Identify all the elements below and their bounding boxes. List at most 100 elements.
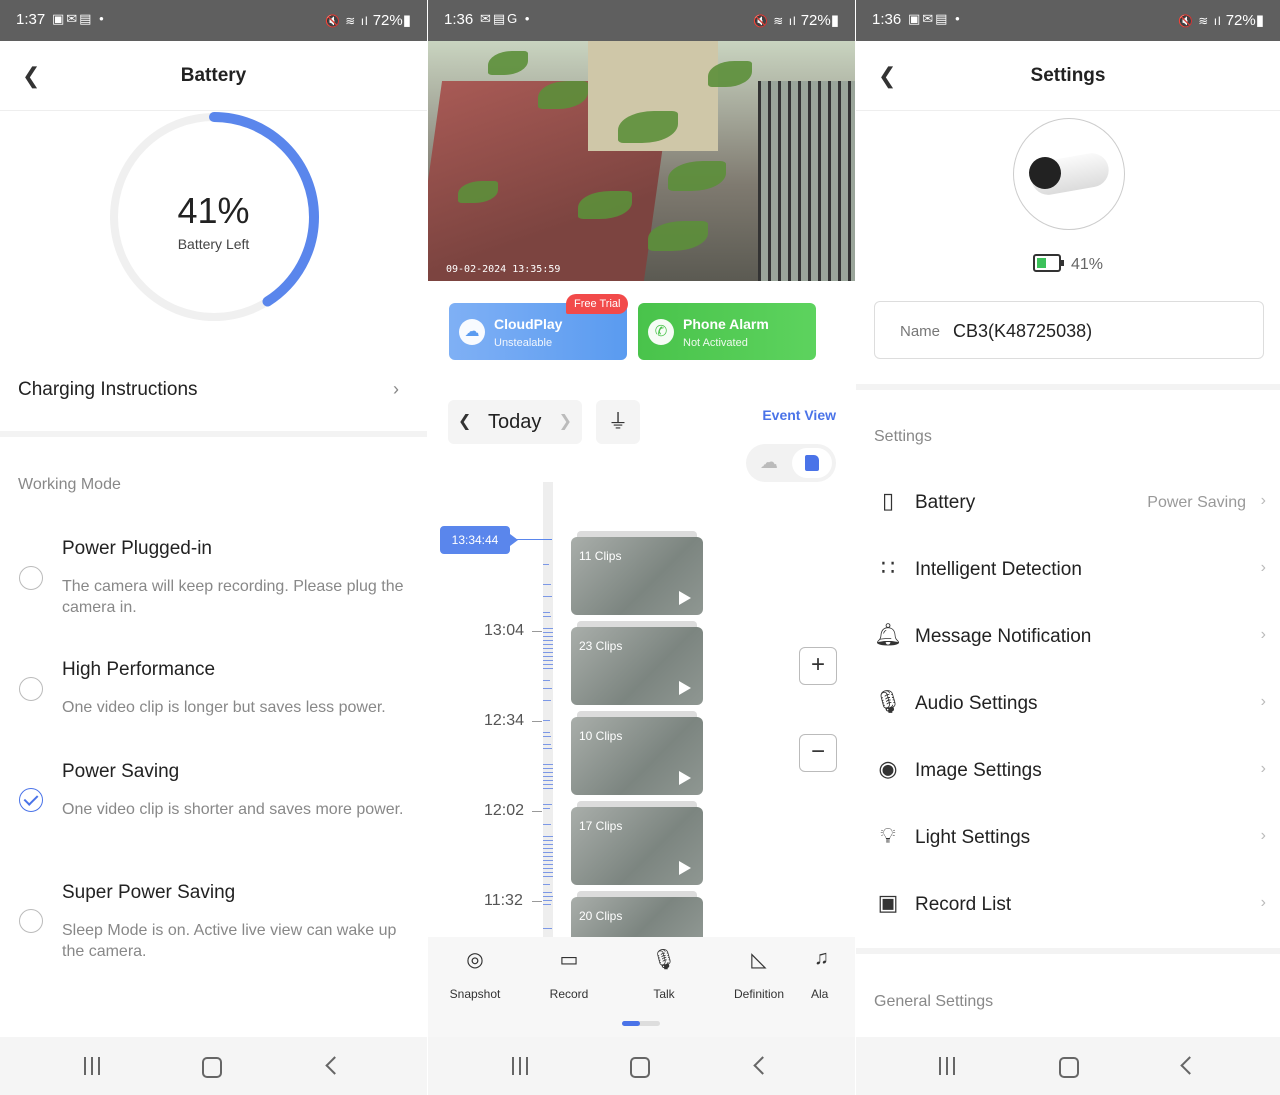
clip-group[interactable]: 11 Clips	[571, 531, 703, 615]
phone-alarm-icon: ✆	[648, 319, 674, 345]
page-title: Battery	[180, 65, 247, 86]
filter-button[interactable]: ⏚	[596, 400, 640, 444]
timeline-event-tick	[543, 860, 553, 861]
current-time-badge: 13:34:44	[440, 526, 518, 554]
tool-label: Ala	[811, 987, 829, 1001]
storage-toggle[interactable]: ☁	[746, 444, 836, 482]
phone-alarm-card[interactable]: ✆ Phone Alarm Not Activated	[638, 303, 816, 360]
notification-icons: ▣✉▤ •	[52, 11, 106, 26]
recent-apps-icon[interactable]	[78, 1053, 108, 1079]
back-icon[interactable]	[1173, 1053, 1203, 1079]
sdcard-toggle[interactable]	[792, 448, 832, 478]
battery-level-fill	[1036, 258, 1046, 268]
timeline-dash	[532, 811, 542, 812]
cloudplay-title: CloudPlay	[494, 316, 563, 332]
play-icon	[679, 591, 691, 605]
settings-row-image[interactable]: ◉ Image Settings ›	[856, 742, 1280, 802]
tool-label: Snapshot	[449, 987, 501, 1001]
camera-battery-percent: 41%	[1070, 256, 1104, 273]
leaf	[668, 161, 726, 191]
filter-icon: ⏚	[608, 411, 628, 433]
lightbulb-icon: 💡︎	[880, 823, 896, 848]
page-title: Settings	[1030, 65, 1106, 86]
timeline-event-tick	[543, 628, 553, 629]
home-icon[interactable]	[1053, 1053, 1083, 1079]
timeline-event-tick	[543, 904, 551, 905]
clip-group[interactable]: 17 Clips	[571, 801, 703, 885]
live-video-view[interactable]: 09-02-2024 13:35:59	[428, 41, 855, 281]
timeline-event-tick	[543, 748, 552, 749]
radio-button[interactable]	[19, 677, 43, 701]
timeline-event-tick	[543, 632, 553, 633]
talk-button[interactable]: 🎙 Talk	[619, 947, 709, 1001]
charging-instructions-row[interactable]: Charging Instructions ›	[0, 365, 427, 437]
timeline-event-tick	[543, 824, 551, 825]
status-battery: 72%	[372, 12, 403, 29]
back-icon[interactable]	[318, 1053, 348, 1079]
timeline-event-tick	[543, 648, 553, 649]
settings-row-battery[interactable]: ▯ Battery Power Saving ›	[856, 474, 1280, 534]
radio-button[interactable]	[19, 566, 43, 590]
timeline-event-tick	[543, 808, 550, 809]
settings-row-light[interactable]: 💡︎ Light Settings ›	[856, 809, 1280, 869]
radio-button[interactable]	[19, 909, 43, 933]
row-label: Message Notification	[915, 626, 1092, 647]
signal-icons: 🔇 ≋ ıl	[753, 14, 797, 28]
clip-count: 23 Clips	[579, 639, 623, 653]
record-button[interactable]: ▭ Record	[524, 947, 614, 1001]
play-icon	[679, 771, 691, 785]
current-time-line	[516, 539, 552, 540]
day-label: Today	[488, 411, 542, 433]
recent-apps-icon[interactable]	[933, 1053, 963, 1079]
battery-doc-icon: ▯	[881, 488, 895, 513]
day-selector: ❮ Today ❯	[448, 400, 582, 444]
event-view-link[interactable]: Event View	[762, 407, 836, 423]
row-label: Battery	[915, 492, 976, 513]
general-settings-label: General Settings	[874, 993, 994, 1010]
snapshot-button[interactable]: ◎ Snapshot	[430, 947, 520, 1001]
timeline-event-tick	[543, 804, 552, 805]
settings-row-record-list[interactable]: ▣ Record List ›	[856, 876, 1280, 936]
radio-button-checked[interactable]	[19, 788, 43, 812]
phone-alarm-subtitle: Not Activated	[683, 337, 748, 349]
timeline-event-tick	[543, 680, 550, 681]
settings-section-label: Settings	[874, 428, 932, 445]
sdcard-icon	[805, 455, 819, 471]
home-icon[interactable]	[196, 1053, 226, 1079]
timeline-event-tick	[543, 660, 553, 661]
zoom-in-button[interactable]: +	[799, 647, 837, 685]
clip-count: 10 Clips	[579, 729, 623, 743]
leaf	[488, 51, 528, 75]
settings-row-audio[interactable]: 🎙︎ Audio Settings ›	[856, 675, 1280, 735]
next-day-icon[interactable]: ❯	[559, 411, 572, 431]
status-bar: 1:37 ▣✉▤ • 🔇 ≋ ıl 72%▮	[0, 0, 427, 41]
timeline-event-tick	[543, 668, 553, 669]
timeline-event-tick	[543, 772, 553, 773]
clip-group[interactable]: 23 Clips	[571, 621, 703, 705]
camera-toolbar: ◎ Snapshot ▭ Record 🎙 Talk ◺ Definition ♫ Ala	[428, 937, 855, 1037]
recent-apps-icon[interactable]	[506, 1053, 536, 1079]
clip-group[interactable]: 20 Clips	[571, 891, 703, 937]
cloud-icon[interactable]: ☁	[760, 452, 778, 473]
cloud-upload-icon: ☁	[459, 319, 485, 345]
back-icon[interactable]	[746, 1053, 776, 1079]
settings-row-message-notification[interactable]: 🔔︎ Message Notification ›	[856, 608, 1280, 668]
battery-icon	[1032, 254, 1064, 272]
timeline-time-label: 13:04	[484, 622, 525, 639]
alarm-button[interactable]: ♫ Ala	[802, 947, 855, 1001]
definition-button[interactable]: ◺ Definition	[714, 947, 804, 1001]
row-label: Record List	[915, 894, 1012, 915]
clip-group[interactable]: 10 Clips	[571, 711, 703, 795]
previous-day-icon[interactable]: ❮	[458, 411, 471, 431]
timeline-event-tick	[543, 768, 553, 769]
zoom-out-button[interactable]: −	[799, 734, 837, 772]
timeline-event-tick	[543, 664, 553, 665]
tool-label: Definition	[733, 987, 785, 1001]
home-icon[interactable]	[624, 1053, 654, 1079]
microphone-icon: 🎙	[651, 949, 677, 971]
clip-count: 17 Clips	[579, 819, 623, 833]
device-name-field[interactable]: Name CB3(K48725038)	[874, 301, 1264, 359]
settings-row-intelligent-detection[interactable]: ∷ Intelligent Detection ›	[856, 541, 1280, 601]
timeline-event-tick	[543, 900, 552, 901]
timeline-event-tick	[543, 564, 549, 565]
